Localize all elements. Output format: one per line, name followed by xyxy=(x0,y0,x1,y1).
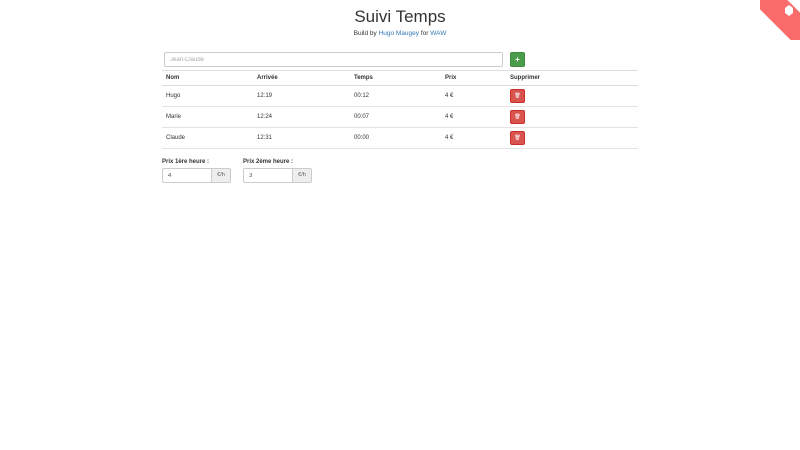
trash-icon: 🗑 xyxy=(514,135,521,141)
header-arrivee: Arrivée xyxy=(253,70,350,86)
name-input[interactable] xyxy=(164,52,503,67)
subtitle-middle: for xyxy=(419,30,431,37)
first-hour-unit: €/h xyxy=(211,168,231,183)
add-person-button[interactable]: + xyxy=(510,52,525,67)
cell-supprimer: 🗑 xyxy=(506,127,638,149)
cell-temps: 00:07 xyxy=(350,106,441,128)
cell-prix: 4 € xyxy=(441,85,506,107)
delete-button[interactable]: 🗑 xyxy=(510,131,525,145)
header-prix: Prix xyxy=(441,70,506,86)
org-link[interactable]: WAW xyxy=(430,30,446,37)
header-temps: Temps xyxy=(350,70,441,86)
first-hour-price-label: Prix 1ère heure : xyxy=(162,159,210,165)
author-link[interactable]: Hugo Maugey xyxy=(379,30,419,37)
cell-arrivee: 12:31 xyxy=(253,127,350,149)
table-row: Hugo 12:19 00:12 4 € 🗑 xyxy=(162,85,638,107)
first-hour-price-input[interactable] xyxy=(162,168,211,183)
cell-prix: 4 € xyxy=(441,106,506,128)
trash-icon: 🗑 xyxy=(514,93,521,99)
subtitle-prefix: Build by xyxy=(353,30,379,37)
cell-temps: 00:12 xyxy=(350,85,441,107)
table-row: Claude 12:31 00:00 4 € 🗑 xyxy=(162,127,638,149)
first-hour-price-group: €/h xyxy=(162,168,231,183)
cell-nom: Hugo xyxy=(162,85,253,107)
cell-prix: 4 € xyxy=(441,127,506,149)
cell-supprimer: 🗑 xyxy=(506,106,638,128)
page-subtitle: Build by Hugo Maugey for WAW xyxy=(0,30,800,37)
trash-icon: 🗑 xyxy=(514,114,521,120)
cell-arrivee: 12:24 xyxy=(253,106,350,128)
cell-supprimer: 🗑 xyxy=(506,85,638,107)
cell-nom: Marie xyxy=(162,106,253,128)
header-nom: Nom xyxy=(162,70,253,86)
table-header-row: Nom Arrivée Temps Prix Supprimer xyxy=(162,70,638,86)
cell-temps: 00:00 xyxy=(350,127,441,149)
second-hour-price-group: €/h xyxy=(243,168,312,183)
second-hour-price-input[interactable] xyxy=(243,168,292,183)
header-supprimer: Supprimer xyxy=(506,70,638,86)
delete-button[interactable]: 🗑 xyxy=(510,89,525,103)
cell-arrivee: 12:19 xyxy=(253,85,350,107)
attendance-table: Nom Arrivée Temps Prix Supprimer Hugo 12… xyxy=(162,70,638,149)
cell-nom: Claude xyxy=(162,127,253,149)
page-title: Suivi Temps xyxy=(354,7,446,26)
delete-button[interactable]: 🗑 xyxy=(510,110,525,124)
second-hour-price-label: Prix 2ème heure : xyxy=(243,159,294,165)
table-row: Marie 12:24 00:07 4 € 🗑 xyxy=(162,106,638,128)
second-hour-unit: €/h xyxy=(292,168,312,183)
